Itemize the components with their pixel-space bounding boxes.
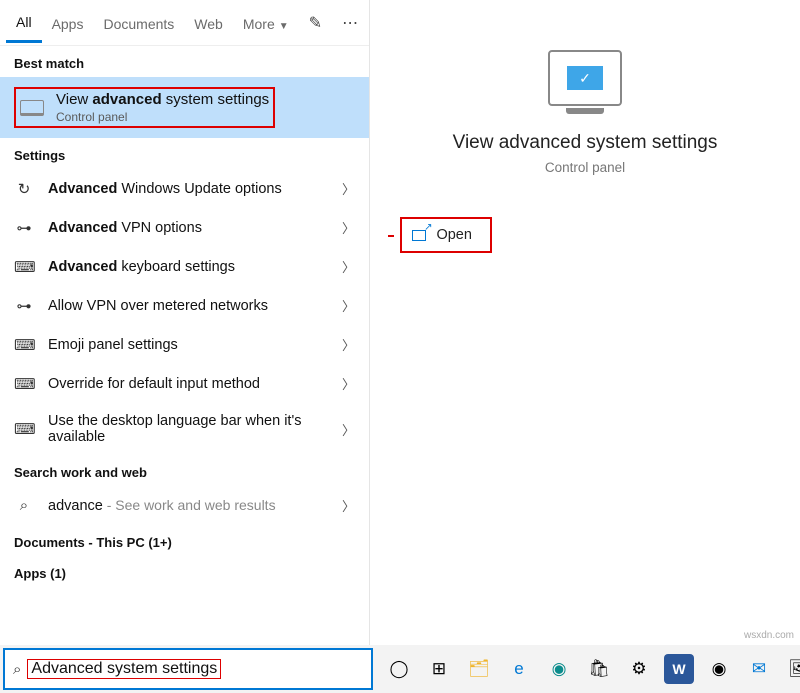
- chevron-right-icon: 〉: [342, 496, 355, 515]
- store-icon[interactable]: 🛍: [584, 654, 614, 684]
- task-view-icon[interactable]: ⊞: [424, 654, 454, 684]
- search-icon: ⌕: [13, 661, 21, 678]
- chevron-down-icon: ▼: [279, 21, 289, 32]
- chevron-right-icon: 〉: [342, 257, 355, 276]
- settings-item-icon: ⌨: [14, 258, 34, 276]
- open-button[interactable]: Open: [400, 217, 491, 253]
- settings-item-icon: ↻: [14, 180, 34, 198]
- best-match-result[interactable]: View advanced system settings Control pa…: [0, 77, 369, 138]
- chevron-right-icon: 〉: [342, 335, 355, 354]
- settings-item-label: Advanced VPN options: [48, 220, 328, 236]
- tab-apps[interactable]: Apps: [42, 4, 94, 42]
- more-options-icon[interactable]: ⋯: [332, 13, 368, 33]
- tab-web[interactable]: Web: [184, 4, 233, 42]
- settings-item-icon: ⌨: [14, 336, 34, 354]
- settings-item-label: Advanced keyboard settings: [48, 259, 328, 275]
- result-preview: ✓ View advanced system settings Control …: [370, 0, 800, 185]
- settings-icon[interactable]: ⚙: [624, 654, 654, 684]
- settings-item-icon: ⊶: [14, 219, 34, 237]
- chrome-icon[interactable]: ◉: [704, 654, 734, 684]
- settings-item-label: Use the desktop language bar when it's a…: [48, 413, 328, 445]
- chevron-right-icon: 〉: [342, 296, 355, 315]
- chevron-right-icon: 〉: [342, 179, 355, 198]
- section-apps[interactable]: Apps (1): [0, 556, 369, 587]
- settings-item[interactable]: ⌨ Emoji panel settings 〉: [0, 325, 369, 364]
- cortana-icon[interactable]: ◯: [384, 654, 414, 684]
- computer-icon: [20, 100, 44, 116]
- settings-item[interactable]: ↻ Advanced Windows Update options 〉: [0, 169, 369, 208]
- web-search-item[interactable]: ⌕ advance - See work and web results 〉: [0, 486, 369, 525]
- best-match-subtitle: Control panel: [56, 110, 269, 124]
- settings-item[interactable]: ⊶ Advanced VPN options 〉: [0, 208, 369, 247]
- section-settings: Settings: [0, 138, 369, 169]
- preview-subtitle: Control panel: [390, 160, 780, 175]
- settings-item-label: Allow VPN over metered networks: [48, 298, 328, 314]
- settings-item-label: Override for default input method: [48, 376, 328, 392]
- taskbar: ⌕ Advanced system settings ◯ ⊞ 🗂 e ◉ 🛍 ⚙…: [0, 645, 800, 693]
- mail-icon[interactable]: ✉: [744, 654, 774, 684]
- edge-icon[interactable]: ◉: [544, 654, 574, 684]
- photos-icon[interactable]: 🖼: [784, 654, 800, 684]
- open-icon: [412, 230, 426, 241]
- best-match-title: View advanced system settings: [56, 91, 269, 108]
- section-best-match: Best match: [0, 46, 369, 77]
- feedback-icon[interactable]: ✎: [299, 13, 332, 33]
- settings-item-label: Advanced Windows Update options: [48, 181, 328, 197]
- tab-more[interactable]: More▼: [233, 4, 299, 42]
- computer-icon: ✓: [548, 50, 622, 106]
- section-documents[interactable]: Documents - This PC (1+): [0, 525, 369, 556]
- settings-item[interactable]: ⌨ Override for default input method 〉: [0, 364, 369, 403]
- tab-documents[interactable]: Documents: [93, 4, 184, 42]
- settings-item[interactable]: ⌨ Use the desktop language bar when it's …: [0, 403, 369, 455]
- edge-legacy-icon[interactable]: e: [504, 654, 534, 684]
- search-tabs: All Apps Documents Web More▼ ✎ ⋯: [0, 0, 369, 46]
- settings-item-icon: ⊶: [14, 297, 34, 315]
- search-input[interactable]: ⌕ Advanced system settings: [3, 648, 373, 690]
- settings-item[interactable]: ⌨ Advanced keyboard settings 〉: [0, 247, 369, 286]
- section-search-web: Search work and web: [0, 455, 369, 486]
- settings-item-label: Emoji panel settings: [48, 337, 328, 353]
- settings-item[interactable]: ⊶ Allow VPN over metered networks 〉: [0, 286, 369, 325]
- word-icon[interactable]: W: [664, 654, 694, 684]
- settings-item-icon: ⌨: [14, 420, 34, 438]
- chevron-right-icon: 〉: [342, 420, 355, 439]
- chevron-right-icon: 〉: [342, 218, 355, 237]
- watermark: wsxdn.com: [744, 630, 794, 641]
- tab-all[interactable]: All: [6, 2, 42, 43]
- file-explorer-icon[interactable]: 🗂: [464, 654, 494, 684]
- search-icon: ⌕: [14, 497, 34, 514]
- preview-title: View advanced system settings: [390, 132, 780, 154]
- settings-item-icon: ⌨: [14, 375, 34, 393]
- chevron-right-icon: 〉: [342, 374, 355, 393]
